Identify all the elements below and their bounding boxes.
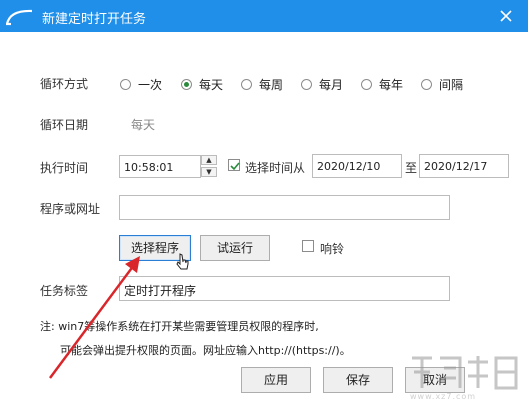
watermark-text: www.xz7.com [410,392,477,401]
watermark-icon [412,356,518,390]
watermark-logo: www.xz7.com [408,352,522,410]
